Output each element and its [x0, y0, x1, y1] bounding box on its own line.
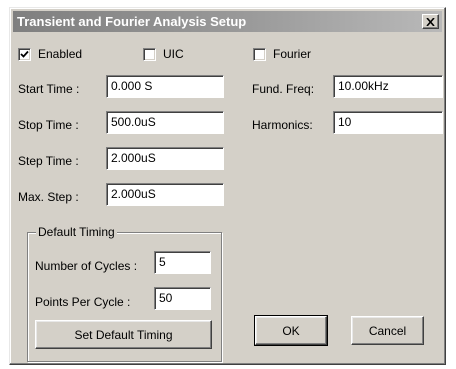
enabled-checkbox-row[interactable]: Enabled	[18, 47, 82, 61]
harmonics-field[interactable]: 10	[333, 111, 443, 134]
set-default-timing-button[interactable]: Set Default Timing	[35, 320, 212, 349]
checkmark-icon	[20, 50, 29, 58]
max-step-label: Max. Step :	[18, 190, 79, 204]
default-timing-group: Default Timing Number of Cycles : 5 Poin…	[27, 225, 222, 362]
points-label: Points Per Cycle :	[35, 295, 131, 309]
fourier-label: Fourier	[273, 47, 312, 61]
points-field[interactable]: 50	[154, 287, 211, 310]
stop-time-label: Stop Time :	[18, 118, 79, 132]
uic-label: UIC	[163, 47, 184, 61]
enabled-checkbox[interactable]	[18, 47, 31, 61]
analysis-setup-dialog: Transient and Fourier Analysis Setup Ena…	[9, 7, 446, 365]
start-time-label: Start Time :	[18, 82, 80, 96]
step-time-label: Step Time :	[18, 154, 79, 168]
cycles-label: Number of Cycles :	[35, 259, 138, 273]
enabled-label: Enabled	[38, 47, 83, 61]
ok-button[interactable]: OK	[254, 315, 328, 346]
cancel-button[interactable]: Cancel	[351, 316, 424, 345]
fourier-checkbox[interactable]	[253, 47, 266, 61]
uic-checkbox-row[interactable]: UIC	[143, 47, 184, 61]
close-icon	[426, 17, 435, 26]
max-step-field[interactable]: 2.000uS	[106, 183, 224, 206]
cycles-field[interactable]: 5	[154, 251, 211, 274]
start-time-field[interactable]: 0.000 S	[106, 75, 224, 98]
harmonics-label: Harmonics:	[252, 118, 313, 132]
step-time-field[interactable]: 2.000uS	[106, 147, 224, 170]
fund-freq-field[interactable]: 10.00kHz	[333, 75, 443, 98]
fund-freq-label: Fund. Freq:	[252, 82, 315, 96]
uic-checkbox[interactable]	[143, 47, 156, 61]
close-button[interactable]	[422, 14, 439, 29]
fourier-checkbox-row[interactable]: Fourier	[253, 47, 311, 61]
window-title: Transient and Fourier Analysis Setup	[17, 14, 247, 29]
title-bar[interactable]: Transient and Fourier Analysis Setup	[13, 11, 442, 32]
stop-time-field[interactable]: 500.0uS	[106, 111, 224, 134]
default-timing-legend: Default Timing	[36, 225, 117, 239]
